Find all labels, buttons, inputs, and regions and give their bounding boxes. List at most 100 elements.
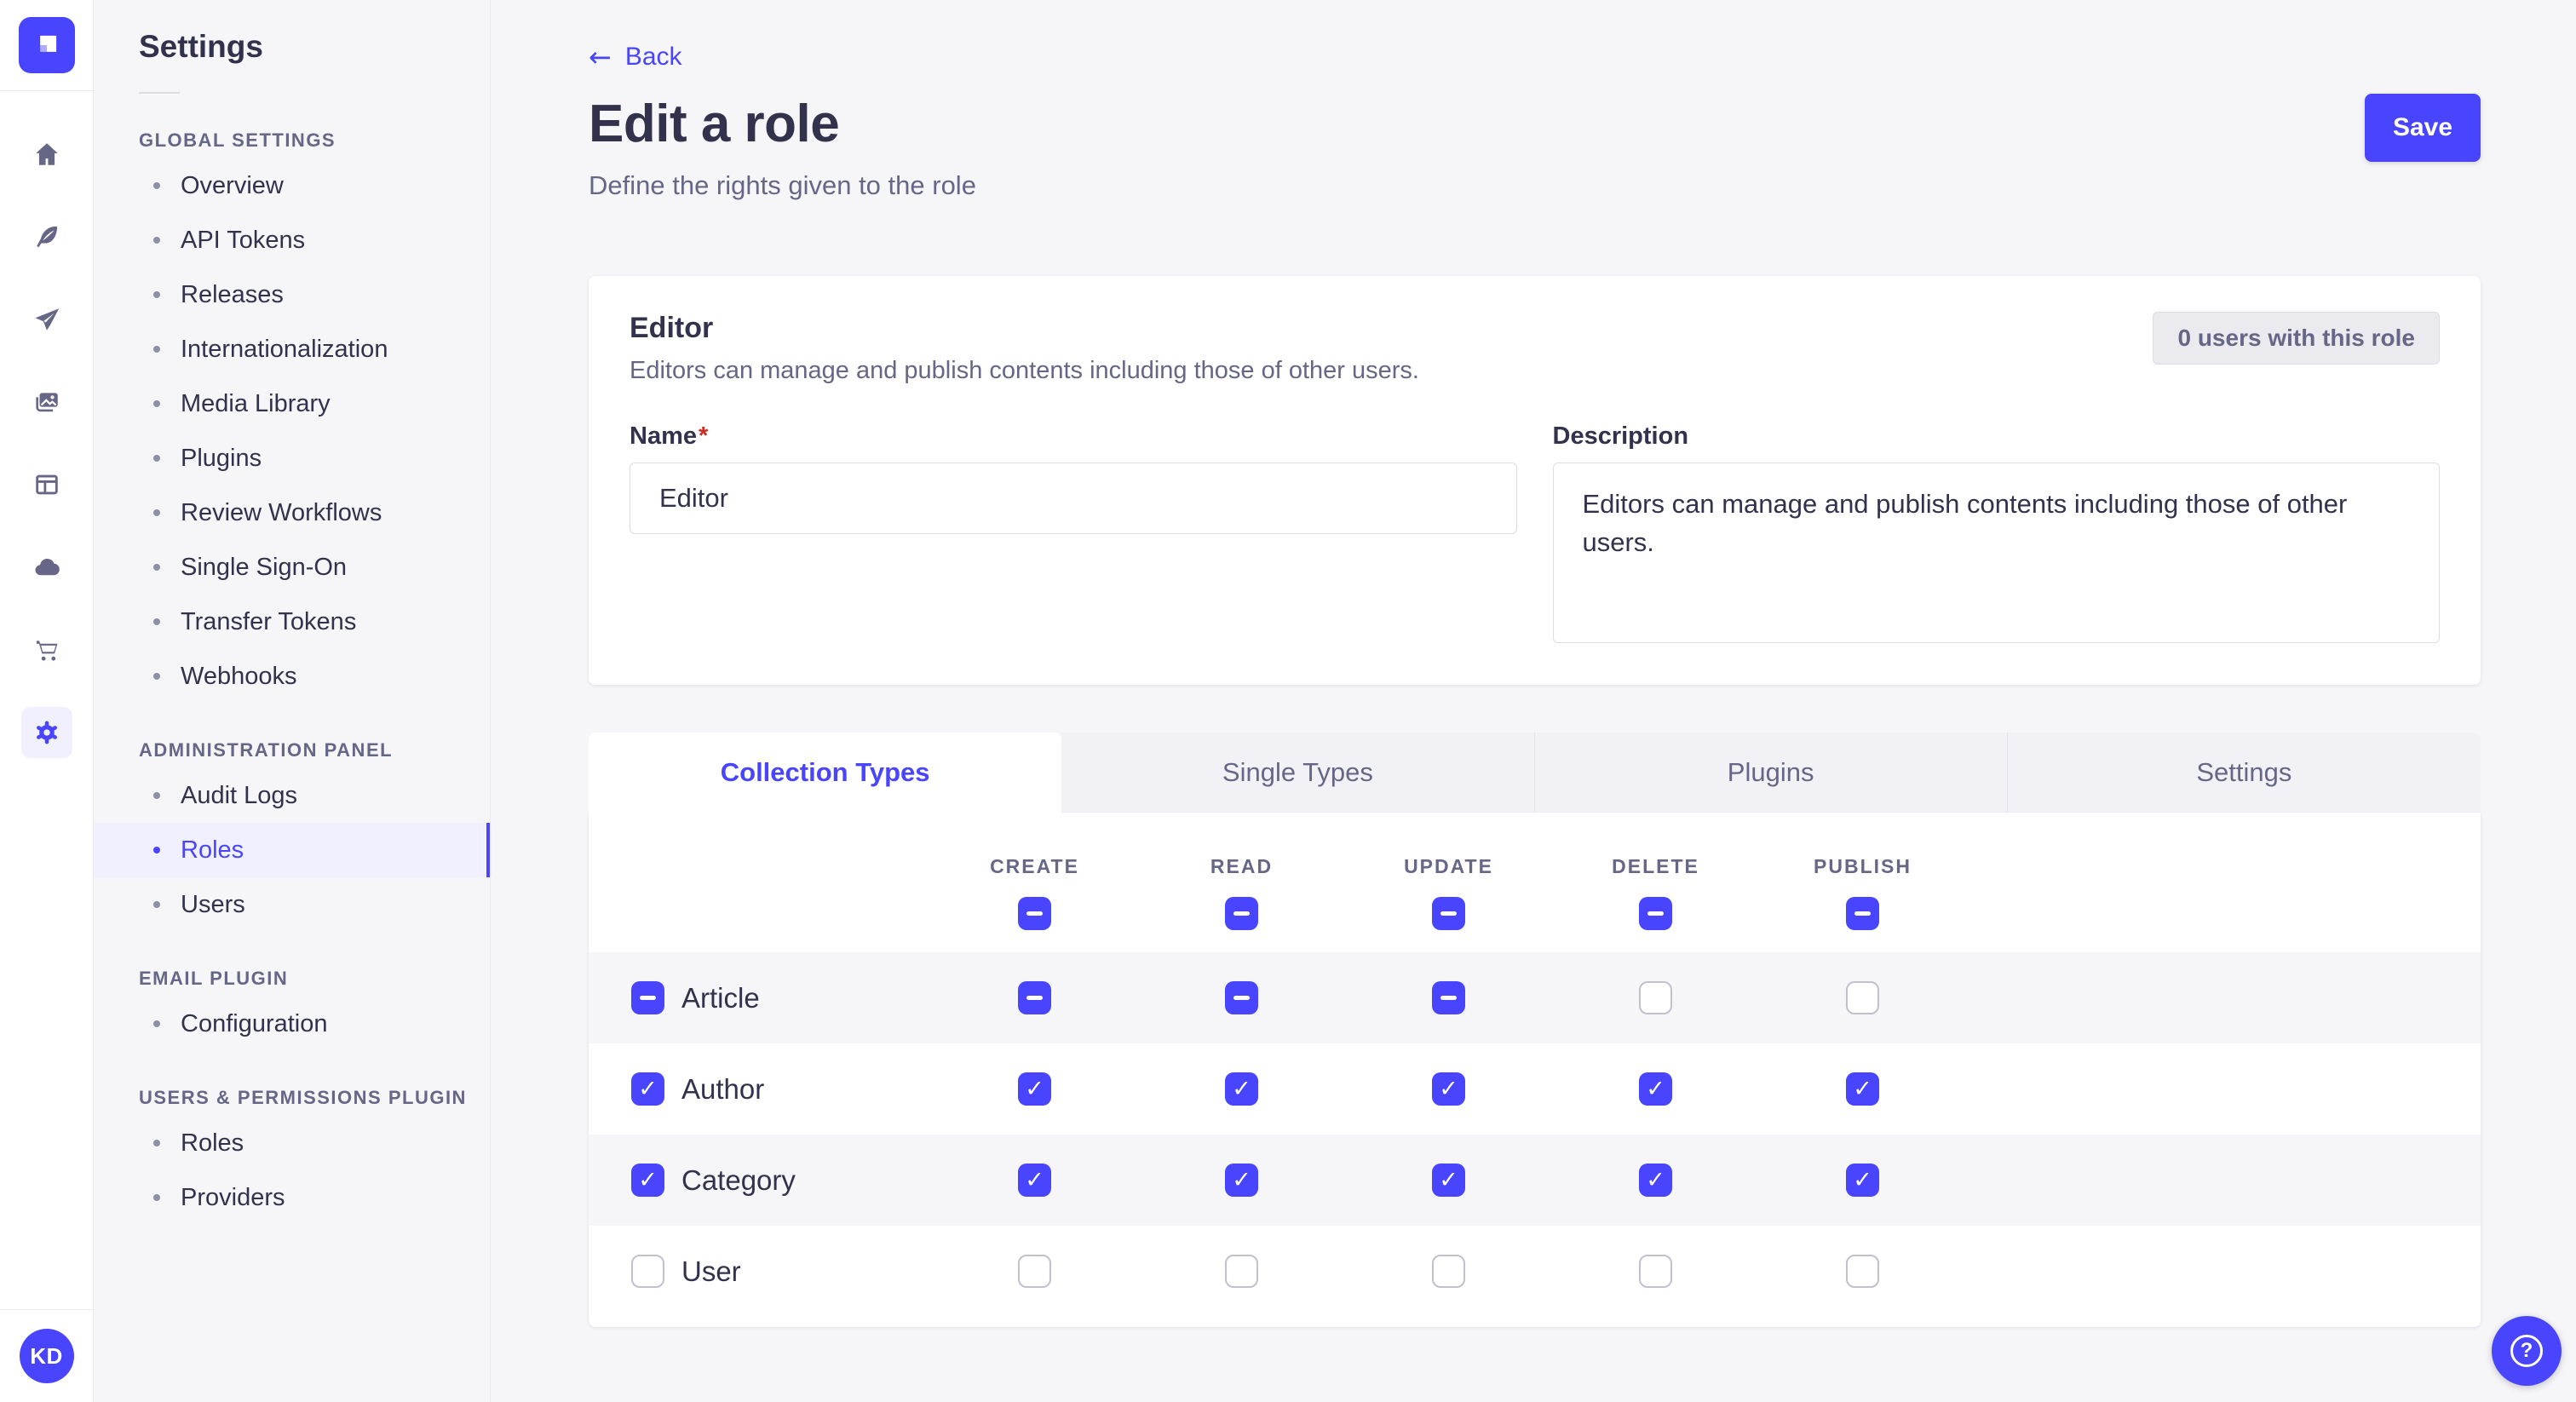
indeterminate-dash-icon <box>1233 996 1250 1000</box>
select-all-delete-checkbox[interactable] <box>1639 897 1672 930</box>
user-delete-checkbox[interactable] <box>1639 1255 1672 1288</box>
sidebar-item-internationalization[interactable]: Internationalization <box>94 322 490 376</box>
tab-settings[interactable]: Settings <box>2008 733 2481 813</box>
sidebar-item-roles[interactable]: Roles <box>94 1116 490 1170</box>
images-icon[interactable] <box>21 376 72 428</box>
author-read-checkbox[interactable]: ✓ <box>1225 1072 1258 1106</box>
sidebar-item-configuration[interactable]: Configuration <box>94 997 490 1051</box>
user-update-checkbox[interactable] <box>1432 1255 1465 1288</box>
article-row-checkbox[interactable] <box>631 981 664 1014</box>
sidebar-item-label: Single Sign-On <box>181 554 347 582</box>
layout-icon[interactable] <box>21 459 72 510</box>
checkmark-icon: ✓ <box>638 1169 658 1192</box>
settings-sidebar: Settings GLOBAL SETTINGSOverviewAPI Toke… <box>94 0 491 1402</box>
sidebar-item-label: Users <box>181 891 245 919</box>
sidebar-item-label: Transfer Tokens <box>181 608 356 636</box>
permission-cell: ✓ <box>1138 1164 1345 1197</box>
tab-plugins[interactable]: Plugins <box>1535 733 2008 813</box>
sidebar-item-overview[interactable]: Overview <box>94 158 490 213</box>
select-all-update-checkbox[interactable] <box>1432 897 1465 930</box>
author-update-checkbox[interactable]: ✓ <box>1432 1072 1465 1106</box>
content-type-name: Author <box>681 1073 764 1106</box>
bullet-icon <box>153 346 160 353</box>
sidebar-item-single-sign-on[interactable]: Single Sign-On <box>94 540 490 595</box>
home-icon[interactable] <box>21 129 72 180</box>
row-name-cell: User <box>589 1255 931 1288</box>
permission-row-author: ✓ Author ✓ ✓ ✓ ✓ ✓ <box>589 1043 2481 1135</box>
user-publish-checkbox[interactable] <box>1846 1255 1879 1288</box>
sidebar-section-label-users-permissions-plugin: USERS & PERMISSIONS PLUGIN <box>139 1087 490 1109</box>
permission-row-category: ✓ Category ✓ ✓ ✓ ✓ ✓ <box>589 1135 2481 1226</box>
back-link[interactable]: ← Back <box>589 43 682 72</box>
category-read-checkbox[interactable]: ✓ <box>1225 1164 1258 1197</box>
sidebar-section-label-administration-panel: ADMINISTRATION PANEL <box>139 739 490 761</box>
tab-single-types[interactable]: Single Types <box>1061 733 1534 813</box>
bullet-icon <box>153 792 160 799</box>
checkmark-icon: ✓ <box>1232 1169 1251 1192</box>
category-publish-checkbox[interactable]: ✓ <box>1846 1164 1879 1197</box>
rail-icon-list <box>21 91 72 758</box>
content-type-name: User <box>681 1255 741 1288</box>
sidebar-item-transfer-tokens[interactable]: Transfer Tokens <box>94 595 490 649</box>
checkmark-icon: ✓ <box>638 1077 658 1100</box>
sidebar-item-roles[interactable]: Roles <box>94 823 490 877</box>
author-create-checkbox[interactable]: ✓ <box>1018 1072 1051 1106</box>
sidebar-item-users[interactable]: Users <box>94 877 490 932</box>
feather-icon[interactable] <box>21 211 72 262</box>
users-with-role-badge[interactable]: 0 users with this role <box>2153 312 2440 365</box>
save-button[interactable]: Save <box>2365 94 2481 162</box>
sidebar-item-label: Releases <box>181 281 284 309</box>
cart-icon[interactable] <box>21 624 72 675</box>
article-create-checkbox[interactable] <box>1018 981 1051 1014</box>
bullet-icon <box>153 455 160 462</box>
bullet-icon <box>153 1194 160 1201</box>
permissions-header-row: CREATEREADUPDATEDELETEPUBLISH <box>589 813 2481 952</box>
bullet-icon <box>153 182 160 189</box>
article-update-checkbox[interactable] <box>1432 981 1465 1014</box>
author-delete-checkbox[interactable]: ✓ <box>1639 1072 1672 1106</box>
permission-cell: ✓ <box>1552 1164 1759 1197</box>
category-create-checkbox[interactable]: ✓ <box>1018 1164 1051 1197</box>
sidebar-section-label-email-plugin: EMAIL PLUGIN <box>139 968 490 990</box>
sidebar-item-providers[interactable]: Providers <box>94 1170 490 1225</box>
description-textarea[interactable] <box>1553 463 2441 643</box>
permission-cell <box>931 1255 1138 1288</box>
sidebar-item-plugins[interactable]: Plugins <box>94 431 490 486</box>
article-publish-checkbox[interactable] <box>1846 981 1879 1014</box>
category-row-checkbox[interactable]: ✓ <box>631 1164 664 1197</box>
gear-icon[interactable] <box>21 707 72 758</box>
required-asterisk: * <box>699 422 708 450</box>
sidebar-item-api-tokens[interactable]: API Tokens <box>94 213 490 267</box>
main-content: ← Back Edit a role Save Define the right… <box>491 0 2576 1402</box>
paper-plane-icon[interactable] <box>21 294 72 345</box>
sidebar-item-review-workflows[interactable]: Review Workflows <box>94 486 490 540</box>
content-type-name: Category <box>681 1164 796 1197</box>
user-avatar[interactable]: KD <box>20 1329 74 1383</box>
author-row-checkbox[interactable]: ✓ <box>631 1072 664 1106</box>
tab-collection-types[interactable]: Collection Types <box>589 733 1061 813</box>
article-delete-checkbox[interactable] <box>1639 981 1672 1014</box>
select-all-read-checkbox[interactable] <box>1225 897 1258 930</box>
checkmark-icon: ✓ <box>1853 1077 1872 1100</box>
checkmark-icon: ✓ <box>1853 1169 1872 1192</box>
sidebar-item-label: Roles <box>181 836 244 865</box>
permission-cell <box>1138 981 1345 1014</box>
help-button[interactable]: ? <box>2492 1316 2562 1386</box>
select-all-publish-checkbox[interactable] <box>1846 897 1879 930</box>
category-update-checkbox[interactable]: ✓ <box>1432 1164 1465 1197</box>
question-mark-icon: ? <box>2510 1335 2543 1367</box>
user-create-checkbox[interactable] <box>1018 1255 1051 1288</box>
author-publish-checkbox[interactable]: ✓ <box>1846 1072 1879 1106</box>
name-input[interactable] <box>630 463 1517 534</box>
category-delete-checkbox[interactable]: ✓ <box>1639 1164 1672 1197</box>
select-all-create-checkbox[interactable] <box>1018 897 1051 930</box>
strapi-logo-icon[interactable] <box>19 17 75 73</box>
article-read-checkbox[interactable] <box>1225 981 1258 1014</box>
cloud-icon[interactable] <box>21 542 72 593</box>
user-row-checkbox[interactable] <box>631 1255 664 1288</box>
sidebar-item-releases[interactable]: Releases <box>94 267 490 322</box>
sidebar-item-webhooks[interactable]: Webhooks <box>94 649 490 704</box>
user-read-checkbox[interactable] <box>1225 1255 1258 1288</box>
sidebar-item-media-library[interactable]: Media Library <box>94 376 490 431</box>
sidebar-item-audit-logs[interactable]: Audit Logs <box>94 768 490 823</box>
